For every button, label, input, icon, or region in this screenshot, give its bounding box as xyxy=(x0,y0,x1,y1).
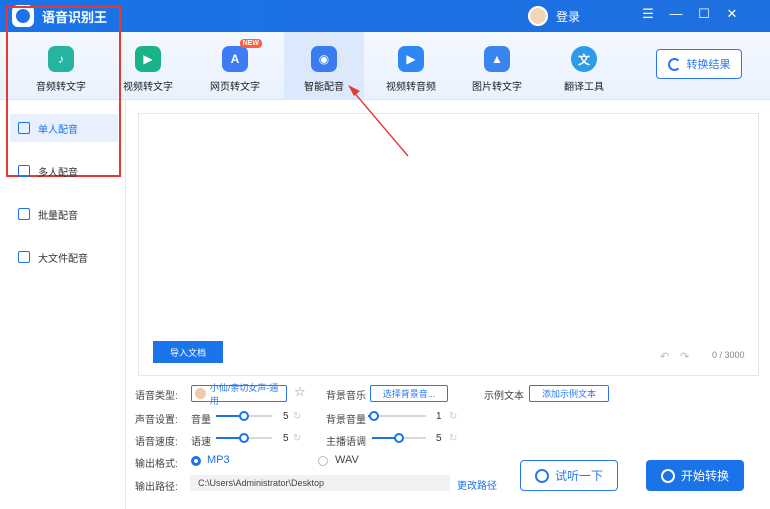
annotation-arrow xyxy=(348,85,409,157)
